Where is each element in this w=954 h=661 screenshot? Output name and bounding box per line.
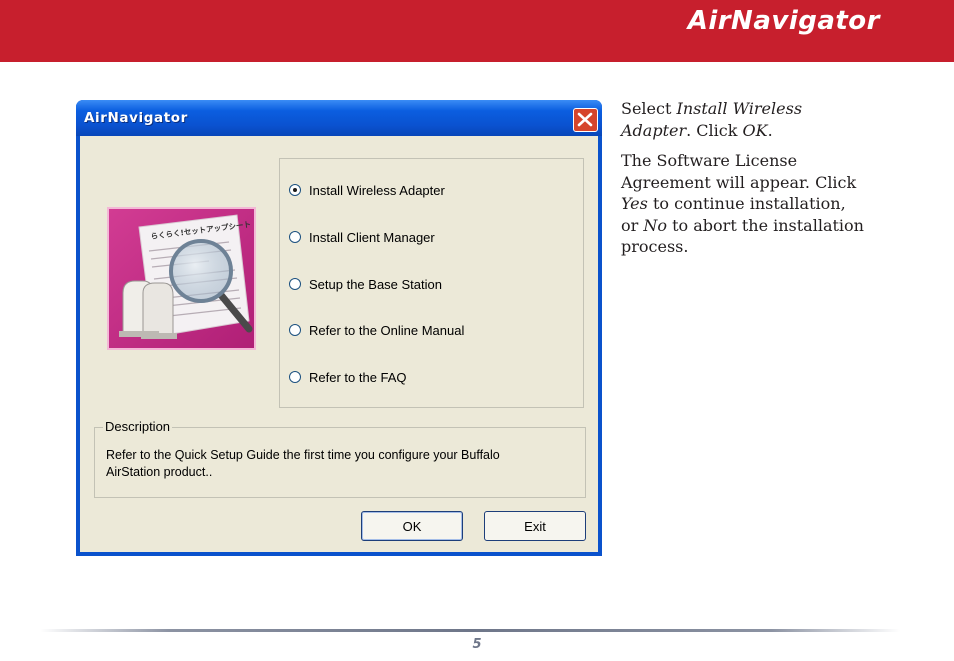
exit-button[interactable]: Exit [484,511,586,541]
footer-divider [40,629,900,632]
close-icon [577,112,593,127]
page-number: 5 [472,637,482,652]
option-label: Setup the Base Station [309,276,442,292]
option-label: Refer to the FAQ [309,369,407,385]
description-line-2: AirStation product.. [106,465,213,479]
option-online-manual[interactable]: Refer to the Online Manual [289,321,464,339]
product-image: らくらく!セットアップシート [107,207,256,350]
setup-sheet-illustration: らくらく!セットアップシート [109,209,254,348]
airnavigator-dialog: AirNavigator らくらく!セットアップシート Install Wire… [76,100,602,556]
radio-button[interactable] [289,324,301,336]
radio-button[interactable] [289,231,301,243]
radio-button-selected[interactable] [289,184,301,196]
text-fragment: Select [621,99,677,118]
dialog-body: らくらく!セットアップシート Install Wireless Adapter [80,136,598,552]
text-fragment: . [767,120,773,140]
dialog-title: AirNavigator [84,110,188,126]
header-bar: AirNavigator [0,0,954,62]
text-fragment: The Software License Agreement will appe… [621,151,857,192]
install-options-group: Install Wireless Adapter Install Client … [279,158,584,408]
option-install-wireless-adapter[interactable]: Install Wireless Adapter [289,181,445,199]
description-legend: Description [103,419,173,434]
description-line-1: Refer to the Quick Setup Guide the first… [106,448,500,462]
option-label: Install Wireless Adapter [309,182,445,198]
option-faq[interactable]: Refer to the FAQ [289,368,407,386]
close-button[interactable] [573,108,598,132]
dialog-titlebar[interactable]: AirNavigator [76,100,602,136]
description-group: Description Refer to the Quick Setup Gui… [94,419,586,498]
option-setup-base-station[interactable]: Setup the Base Station [289,275,442,293]
radio-button[interactable] [289,278,301,290]
description-text: Refer to the Quick Setup Guide the first… [106,447,566,481]
option-label: Refer to the Online Manual [309,322,465,338]
instructions-text: Select Install Wireless Adapter. Click O… [621,98,866,267]
header-title: AirNavigator [687,6,880,36]
instruction-paragraph-2: The Software License Agreement will appe… [621,150,866,258]
text-fragment: . Click [686,120,743,140]
ok-button[interactable]: OK [361,511,463,541]
option-install-client-manager[interactable]: Install Client Manager [289,228,435,246]
emphasis-ok: OK [742,120,768,140]
instruction-paragraph-1: Select Install Wireless Adapter. Click O… [621,98,866,141]
emphasis-yes: Yes [621,194,648,213]
option-label: Install Client Manager [309,229,435,245]
emphasis-no: No [643,215,668,235]
radio-button[interactable] [289,371,301,383]
